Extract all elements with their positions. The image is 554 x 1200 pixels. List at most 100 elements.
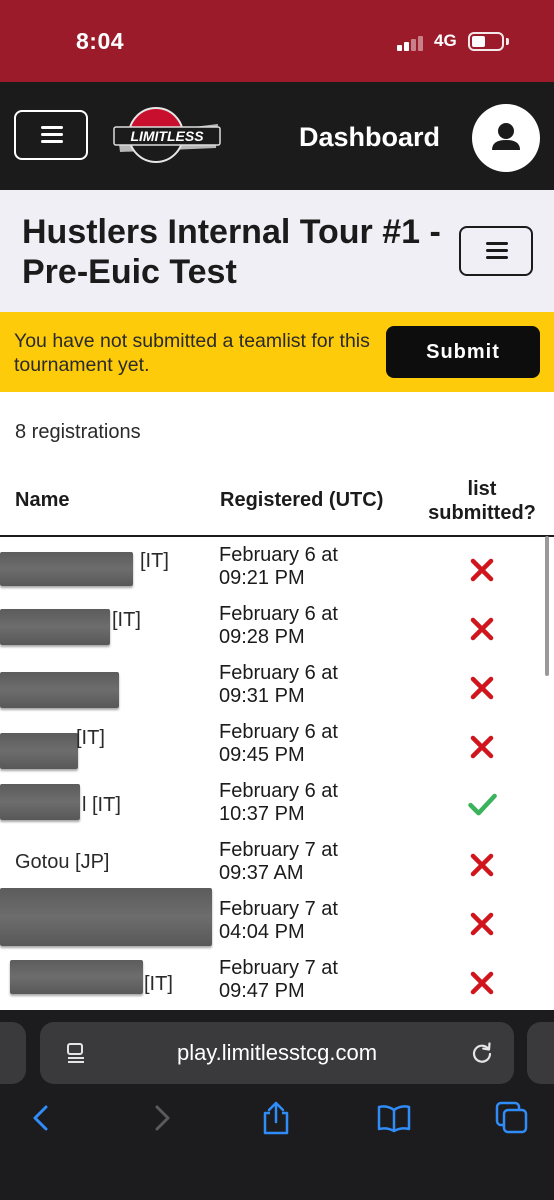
cross-icon (470, 676, 494, 700)
back-icon[interactable] (24, 1100, 60, 1136)
check-icon (468, 793, 497, 816)
table-row[interactable]: [IT] February 6 at 09:21 PM (0, 544, 554, 603)
column-header-registered: Registered (UTC) (220, 489, 384, 511)
registered-time: 09:47 PM (219, 980, 305, 1002)
registered-date: February 6 at 09:31 PM (219, 662, 399, 708)
registered-time: 10:37 PM (219, 803, 305, 825)
registered-date: February 7 at 09:37 AM (219, 839, 399, 885)
menu-icon (41, 126, 63, 129)
player-name (0, 888, 215, 957)
user-avatar-button[interactable] (472, 104, 540, 172)
address-bar[interactable]: play.limitlesstcg.com (40, 1022, 514, 1084)
registered-day: February 6 at (219, 662, 338, 684)
column-header-list-submitted: list submitted? (428, 478, 536, 524)
player-name (0, 662, 215, 721)
tournament-header: Hustlers Internal Tour #1 - Pre-Euic Tes… (0, 190, 554, 312)
menu-icon-bar (41, 140, 63, 143)
menu-icon-bar (486, 249, 508, 252)
registered-day: February 7 at (219, 898, 338, 920)
previous-tab-pill[interactable] (0, 1022, 26, 1084)
dashboard-link[interactable]: Dashboard (299, 122, 440, 153)
player-name: [IT] (0, 603, 215, 662)
status-bar: 8:04 4G (0, 0, 554, 82)
player-name-text: Gotou [JP] (15, 851, 110, 873)
player-name-text: [IT] (140, 550, 169, 572)
menu-icon-bar (486, 256, 508, 259)
registered-time: 09:21 PM (219, 567, 305, 589)
cross-icon (470, 912, 494, 936)
next-tab-pill[interactable] (527, 1022, 554, 1084)
registered-date: February 6 at 09:21 PM (219, 544, 399, 590)
player-name: l [IT] (0, 780, 215, 839)
app-nav-bar: LIMITLESS Dashboard (0, 82, 554, 190)
redacted-name (0, 609, 110, 645)
tabs-icon[interactable] (494, 1100, 530, 1136)
cross-icon (470, 617, 494, 641)
network-type: 4G (434, 31, 457, 50)
player-name: [IT] (0, 957, 215, 1016)
reload-icon[interactable] (470, 1041, 494, 1065)
table-row[interactable]: [IT] February 6 at 09:45 PM (0, 721, 554, 780)
redacted-name (0, 784, 80, 820)
browser-toolbar: play.limitlesstcg.com (0, 1010, 554, 1200)
cross-icon (470, 558, 494, 582)
redacted-name (0, 672, 119, 708)
registered-date: February 7 at 04:04 PM (219, 898, 399, 944)
forward-icon[interactable] (143, 1100, 179, 1136)
registered-time: 09:37 AM (219, 862, 304, 884)
registered-time: 04:04 PM (219, 921, 305, 943)
user-icon (492, 123, 520, 150)
signal-icon (397, 35, 427, 51)
table-row[interactable]: [IT] February 6 at 09:28 PM (0, 603, 554, 662)
redacted-name (0, 888, 212, 946)
registered-date: February 6 at 09:28 PM (219, 603, 399, 649)
player-name-text: [IT] (112, 609, 141, 631)
page-scrollbar[interactable] (545, 536, 549, 676)
registered-time: 09:45 PM (219, 744, 305, 766)
registered-day: February 7 at (219, 957, 338, 979)
tournament-menu-button[interactable] (459, 226, 533, 276)
main-menu-button[interactable] (14, 110, 88, 160)
player-name-text: [IT] (144, 973, 173, 995)
menu-icon-bar (41, 133, 63, 136)
registered-time: 09:31 PM (219, 685, 305, 707)
table-row[interactable]: February 6 at 09:31 PM (0, 662, 554, 721)
registered-date: February 6 at 10:37 PM (219, 780, 399, 826)
registered-day: February 6 at (219, 721, 338, 743)
logo-text: LIMITLESS (130, 128, 204, 144)
redacted-name (0, 552, 133, 586)
share-icon[interactable] (258, 1100, 294, 1136)
table-row[interactable]: February 7 at 04:04 PM (0, 888, 554, 957)
cross-icon (470, 971, 494, 995)
redacted-name (10, 960, 143, 994)
registered-date: February 7 at 09:47 PM (219, 957, 399, 1003)
registered-day: February 7 at (219, 839, 338, 861)
player-name: [IT] (0, 544, 215, 603)
column-header-name: Name (15, 489, 70, 511)
table-header-divider (0, 535, 554, 537)
url-text: play.limitlesstcg.com (176, 1040, 378, 1065)
teamlist-warning-text: You have not submitted a teamlist for th… (14, 330, 370, 376)
limitless-logo[interactable]: LIMITLESS (110, 102, 225, 168)
registered-day: February 6 at (219, 544, 338, 566)
tournament-title: Hustlers Internal Tour #1 - Pre-Euic Tes… (22, 213, 441, 291)
cross-icon (470, 735, 494, 759)
table-row[interactable]: l [IT] February 6 at 10:37 PM (0, 780, 554, 839)
menu-icon (486, 242, 508, 245)
teamlist-banner: You have not submitted a teamlist for th… (0, 312, 554, 392)
battery-nub (506, 38, 509, 45)
registered-date: February 6 at 09:45 PM (219, 721, 399, 767)
status-time: 8:04 (76, 28, 125, 54)
registered-day: February 6 at (219, 780, 338, 802)
player-name: [IT] (0, 721, 215, 780)
registered-time: 09:28 PM (219, 626, 305, 648)
bookmarks-icon[interactable] (376, 1100, 412, 1136)
player-name-text: [IT] (76, 727, 105, 749)
submit-teamlist-button[interactable]: Submit (386, 326, 540, 378)
registrations-count: 8 registrations (15, 421, 141, 443)
battery-icon (468, 32, 504, 51)
table-row[interactable]: [IT] February 7 at 09:47 PM (0, 957, 554, 1016)
redacted-name (0, 733, 78, 769)
registered-day: February 6 at (219, 603, 338, 625)
cross-icon (470, 853, 494, 877)
